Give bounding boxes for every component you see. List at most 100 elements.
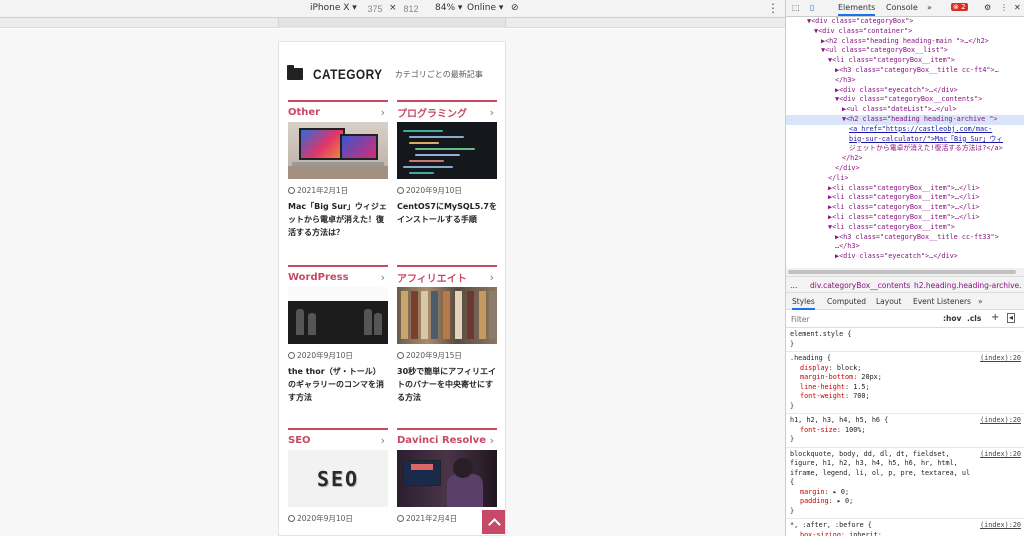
dom-node-line[interactable]: ▶<h3 class="categoryBox__title cc-ft4">… bbox=[786, 66, 1024, 76]
more-style-tabs-icon[interactable]: » bbox=[978, 297, 983, 306]
dom-tree[interactable]: ▼<div class="categoryBox"> ▼<div class="c… bbox=[786, 17, 1024, 268]
dom-node-line[interactable]: ▶<div class="eyecatch">…</div> bbox=[786, 86, 1024, 96]
tab-console[interactable]: Console bbox=[886, 3, 918, 12]
dom-node-text: ▶<li class="categoryBox__item">…</li> bbox=[828, 203, 980, 212]
styles-pane[interactable]: element.style {} .heading {(index):20 disp… bbox=[786, 328, 1024, 536]
article-title-link[interactable]: CentOS7にMySQL5.7をインストールする手順 bbox=[397, 201, 497, 227]
error-badge[interactable]: ⊗ 2 bbox=[951, 3, 968, 11]
dom-node-line[interactable]: ▶<li class="categoryBox__item">…</li> bbox=[786, 203, 1024, 213]
dom-node-line[interactable]: …</h3> bbox=[786, 242, 1024, 252]
article-title-link[interactable]: 30秒で簡単にアフィリエイトのバナーを中央寄せにする方法 bbox=[397, 366, 497, 404]
clock-icon bbox=[397, 515, 404, 522]
back-to-top-button[interactable] bbox=[482, 510, 505, 534]
dom-node-line[interactable]: </h3> bbox=[786, 76, 1024, 86]
article-thumbnail[interactable] bbox=[397, 450, 497, 507]
article-title-link[interactable]: the thor（ザ・トール）のギャラリーのコンマを消す方法 bbox=[288, 366, 388, 404]
cls-toggle[interactable]: .cls bbox=[967, 314, 981, 323]
viewport-height-input[interactable] bbox=[396, 2, 426, 15]
dom-node-line[interactable]: </li> bbox=[786, 174, 1024, 184]
css-property[interactable]: margin-bottom: 20px; bbox=[790, 373, 1021, 383]
article-thumbnail[interactable] bbox=[397, 122, 497, 179]
css-property[interactable]: padding: ▸ 0; bbox=[790, 497, 1021, 507]
css-property[interactable]: line-height: 1.5; bbox=[790, 383, 1021, 393]
article-date: 2020年9月10日 bbox=[397, 185, 497, 196]
dom-node-line[interactable]: ▼<div class="categoryBox"> bbox=[786, 17, 1024, 27]
category-link[interactable]: SEO › bbox=[288, 428, 388, 450]
dom-node-line[interactable]: ▶<ul class="dateList">…</ul> bbox=[786, 105, 1024, 115]
category-link[interactable]: Davinci Resolve › bbox=[397, 428, 497, 450]
css-property[interactable]: margin: ▸ 0; bbox=[790, 488, 1021, 498]
devtools-menu-icon[interactable]: ⋮ bbox=[1000, 3, 1008, 12]
breadcrumb-item[interactable]: div.categoryBox__contents bbox=[810, 281, 910, 290]
dom-node-line[interactable]: ▶<li class="categoryBox__item">…</li> bbox=[786, 193, 1024, 203]
add-rule-icon[interactable]: + bbox=[991, 312, 999, 323]
category-link[interactable]: WordPress › bbox=[288, 265, 388, 287]
css-rule[interactable]: .heading {(index):20 display: block; margi… bbox=[786, 352, 1024, 414]
dom-node-text: </li> bbox=[828, 173, 849, 182]
dom-horizontal-scrollbar[interactable] bbox=[786, 268, 1024, 276]
dom-node-line[interactable]: </h2> bbox=[786, 154, 1024, 164]
dom-node-line[interactable]: ▶<h3 class="categoryBox__title cc-ft33"> bbox=[786, 233, 1024, 243]
dom-node-line[interactable]: ▼<li class="categoryBox__item"> bbox=[786, 56, 1024, 66]
category-link[interactable]: プログラミング › bbox=[397, 100, 497, 122]
chevron-right-icon: › bbox=[489, 433, 494, 447]
dom-node-line[interactable]: ▼<div class="container"> bbox=[786, 27, 1024, 37]
zoom-select[interactable]: 84% ▾ bbox=[435, 3, 462, 13]
css-property[interactable]: font-weight: 700; bbox=[790, 392, 1021, 402]
css-property[interactable]: display: block; bbox=[790, 364, 1021, 374]
tab-computed[interactable]: Computed bbox=[827, 297, 866, 306]
dom-node-line[interactable]: </div> bbox=[786, 164, 1024, 174]
css-source-link[interactable]: (index):20 bbox=[980, 521, 1021, 531]
dom-node-line[interactable]: ▶<h2 class="heading heading-main ">…</h2… bbox=[786, 37, 1024, 47]
css-source-link[interactable]: (index):20 bbox=[980, 416, 1021, 426]
article-thumbnail[interactable] bbox=[397, 287, 497, 344]
media-query-ruler[interactable] bbox=[0, 18, 785, 28]
dom-node-line[interactable]: big-sur-calculator/">Mac「Big Sur」ウィ bbox=[786, 135, 1024, 145]
tab-elements[interactable]: Elements bbox=[838, 3, 876, 16]
viewport-width-input[interactable] bbox=[360, 2, 390, 15]
rotate-icon[interactable]: ⊘ bbox=[511, 3, 519, 13]
device-select[interactable]: iPhone X ▾ bbox=[310, 3, 357, 13]
category-link[interactable]: Other › bbox=[288, 100, 388, 122]
inspect-icon[interactable]: ⬚ bbox=[792, 3, 800, 12]
dom-node-line[interactable]: ▶<div class="eyecatch">…</div> bbox=[786, 252, 1024, 262]
css-property-name: display bbox=[800, 363, 829, 372]
dom-node-line[interactable]: <a href="https://castleobj.com/mac- bbox=[786, 125, 1024, 135]
settings-icon[interactable]: ⚙ bbox=[984, 3, 991, 12]
article-thumbnail[interactable] bbox=[288, 122, 388, 179]
dom-node-line[interactable]: ジェットから電卓が消えた!復活する方法は?</a> bbox=[786, 144, 1024, 154]
dom-node-line[interactable]: ▼<h2 class="heading heading-archive "> bbox=[786, 114, 1024, 125]
chevron-right-icon: › bbox=[380, 270, 385, 284]
more-tabs-icon[interactable]: » bbox=[927, 3, 932, 12]
breadcrumb-item-selected[interactable]: h2.heading.heading-archive. bbox=[914, 281, 1022, 290]
css-property-name: padding bbox=[800, 497, 829, 505]
tab-styles[interactable]: Styles bbox=[792, 297, 815, 310]
dom-node-line[interactable]: ▶<li class="categoryBox__item">…</li> bbox=[786, 213, 1024, 223]
article-title-link[interactable]: Mac「Big Sur」ウィジェットから電卓が消えた！復活する方法は？ bbox=[288, 201, 388, 239]
dom-node-line[interactable]: ▼<div class="categoryBox__contents"> bbox=[786, 95, 1024, 105]
device-toggle-icon[interactable]: ▯ bbox=[810, 3, 814, 12]
css-property[interactable]: font-size: 100%; bbox=[790, 426, 1021, 436]
hov-toggle[interactable]: :hov bbox=[943, 314, 961, 323]
article-thumbnail[interactable]: SEO bbox=[288, 450, 388, 507]
css-property[interactable]: box-sizing: inherit; bbox=[790, 531, 1021, 536]
dom-node-line[interactable]: ▶<li class="categoryBox__item">…</li> bbox=[786, 184, 1024, 194]
category-link[interactable]: アフィリエイト › bbox=[397, 265, 497, 287]
tab-event-listeners[interactable]: Event Listeners bbox=[913, 297, 971, 306]
tab-layout[interactable]: Layout bbox=[876, 297, 902, 306]
css-rule[interactable]: blockquote, body, dd, dl, dt, fieldset, … bbox=[786, 448, 1024, 519]
dom-node-line[interactable]: ▼<li class="categoryBox__item"> bbox=[786, 223, 1024, 233]
css-rule[interactable]: element.style {} bbox=[786, 328, 1024, 352]
article-thumbnail[interactable] bbox=[288, 287, 388, 344]
throttle-select[interactable]: Online ▾ bbox=[467, 3, 503, 13]
css-source-link[interactable]: (index):20 bbox=[980, 354, 1021, 364]
css-rule[interactable]: h1, h2, h3, h4, h5, h6 {(index):20 font-s… bbox=[786, 414, 1024, 448]
toggle-sidebar-icon[interactable]: ◂ bbox=[1007, 313, 1016, 323]
close-icon[interactable]: ✕ bbox=[1014, 3, 1021, 12]
styles-filter-input[interactable] bbox=[789, 313, 939, 325]
breadcrumb-ellipsis[interactable]: … bbox=[790, 281, 798, 290]
css-rule[interactable]: *, :after, :before {(index):20 box-sizing… bbox=[786, 519, 1024, 536]
dom-node-line[interactable]: ▼<ul class="categoryBox__list"> bbox=[786, 46, 1024, 56]
css-source-link[interactable]: (index):20 bbox=[980, 450, 1021, 460]
more-options-icon[interactable]: ⋮ bbox=[767, 1, 779, 15]
